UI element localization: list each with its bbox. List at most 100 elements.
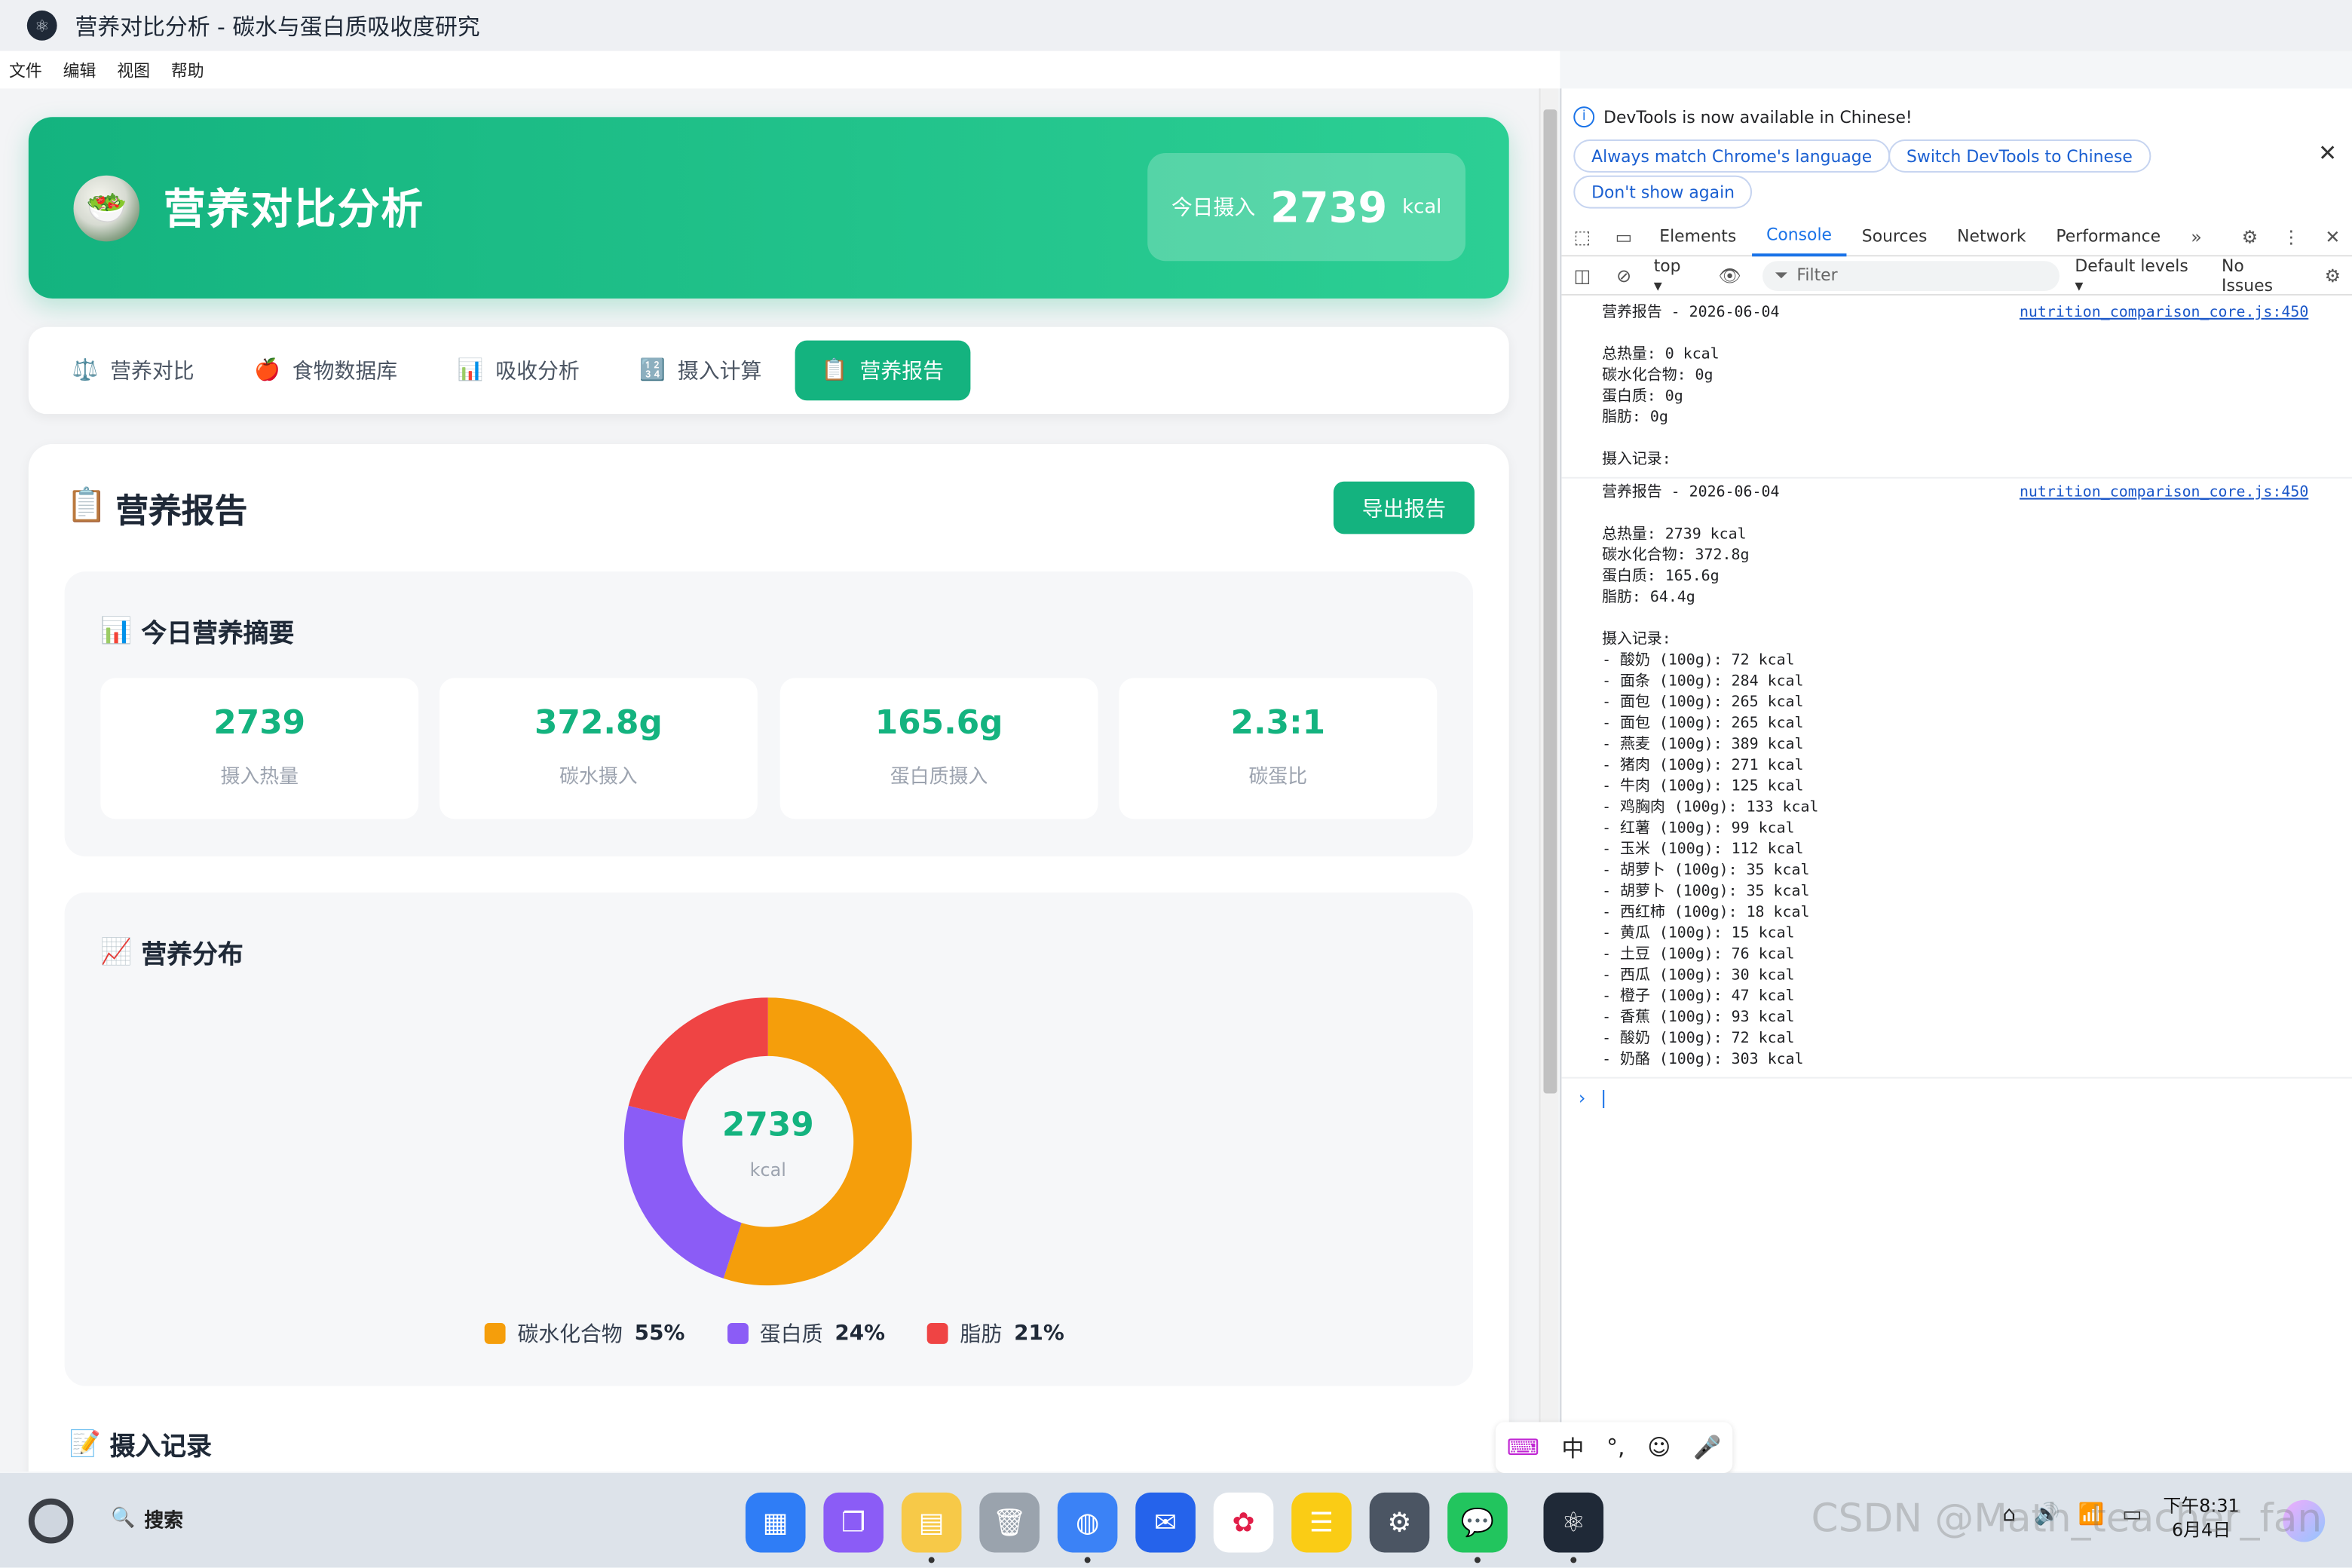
multitask-icon[interactable]: ❐ [823,1492,884,1553]
ime-keyboard-icon[interactable]: ⌨ [1507,1434,1539,1461]
console-settings-icon[interactable]: ⚙ [2312,265,2352,286]
legend-percent: 55% [634,1321,685,1346]
trash-icon[interactable]: 🗑 [979,1492,1040,1553]
tab-network[interactable]: Network [1942,217,2041,256]
sidebar-toggle-icon[interactable]: ◫ [1561,265,1603,286]
tab-performance[interactable]: Performance [2041,217,2176,256]
taskbar-search[interactable]: 🔍 搜索 [111,1505,183,1533]
console-log-entry: 营养报告 - 2026-06-04 总热量: 2739 kcal 碳水化合物: … [1561,479,2352,1079]
filter-icon: ⏷ [1774,265,1788,285]
stat-carbs: 372.8g 碳水摄入 [439,678,758,819]
donut-center-unit: kcal [750,1159,786,1181]
menu-help[interactable]: 帮助 [171,58,204,82]
report-panel: 📋 营养报告 导出报告 📊 今日营养摘要 2739 摄入热量 372.8g 碳水… [28,443,1509,1472]
menu-view[interactable]: 视图 [117,58,150,82]
bar-chart-icon: 📊 [457,358,484,383]
today-intake-badge: 今日摄入 2739 kcal [1147,152,1466,262]
stat-label: 碳蛋比 [1248,766,1308,789]
ime-punctuation[interactable]: °, [1606,1434,1625,1461]
today-intake-unit: kcal [1402,195,1442,219]
main-tabs: ⚖️ 营养对比 🍎 食物数据库 📊 吸收分析 🔢 摄入计算 📋 营养报告 [28,326,1509,415]
stat-value: 372.8g [534,705,663,743]
app-icon: ⚛ [26,10,57,41]
ime-microphone-icon[interactable]: 🎤 [1693,1434,1721,1461]
inspect-element-icon[interactable]: ⬚ [1561,225,1603,247]
stat-value: 165.6g [874,705,1003,743]
issues-counter[interactable]: No Issues [2222,256,2300,295]
stat-calories: 2739 摄入热量 [100,678,419,819]
clear-console-icon[interactable]: ⊘ [1603,265,1645,286]
numbers-icon: 🔢 [639,358,666,383]
salad-logo-icon: 🥗 [73,175,140,242]
distribution-title: 📈 营养分布 [100,933,243,971]
tab-intake-calc[interactable]: 🔢 摄入计算 [612,341,789,401]
context-selector[interactable]: top ▾ [1654,256,1694,295]
tab-sources[interactable]: Sources [1847,217,1942,256]
legend-swatch [727,1323,748,1344]
filter-placeholder: Filter [1796,265,1838,286]
photos-icon[interactable]: ✿ [1213,1492,1274,1553]
devtools-panel: i DevTools is now available in Chinese! … [1560,88,2352,1472]
browser-icon[interactable]: ◍ [1057,1492,1118,1563]
switch-chinese-button[interactable]: Switch DevTools to Chinese [1888,139,2151,173]
tab-report[interactable]: 📋 营养报告 [795,340,971,401]
distribution-title-text: 营养分布 [141,940,243,971]
electron-app-icon[interactable]: ⚛ [1543,1492,1604,1563]
tab-absorption[interactable]: 📊 吸收分析 [430,341,607,401]
start-button[interactable] [28,1498,74,1544]
tab-food-database[interactable]: 🍎 食物数据库 [227,341,424,401]
ime-chinese-mode[interactable]: 中 [1562,1432,1585,1463]
log-levels-dropdown[interactable]: Default levels ▾ [2075,256,2200,295]
tab-compare[interactable]: ⚖️ 营养对比 [45,341,222,401]
taskbar: 🔍 搜索 ▦ ❐ ▤ 🗑 ◍ ✉ ✿ ☰ ⚙ 💬 ⚛ ⌂ 🔊 📶 ▭ 下午8:3… [0,1472,2352,1568]
menu-edit[interactable]: 编辑 [63,58,96,82]
info-icon: i [1573,106,1595,128]
files-icon[interactable]: ▤ [901,1492,962,1563]
app-launcher-icon[interactable]: ▦ [745,1492,806,1553]
clipboard-icon: 📋 [821,358,848,383]
settings-gear-icon[interactable]: ⚙ [2229,225,2271,247]
device-toolbar-icon[interactable]: ▭ [1603,225,1644,247]
devtools-info-text: DevTools is now available in Chinese! [1603,107,1913,127]
match-language-button[interactable]: Always match Chrome's language [1573,139,1891,173]
window-title: 营养对比分析 - 碳水与蛋白质吸收度研究 [75,12,480,40]
menu-file[interactable]: 文件 [9,58,42,82]
today-intake-value: 2739 [1270,182,1388,232]
stat-label: 碳水摄入 [559,766,638,789]
eye-icon[interactable]: 👁 [1709,265,1750,286]
nutrition-donut-chart: 2739 kcal [623,997,912,1286]
more-tabs-icon[interactable]: » [2176,225,2217,247]
summary-card: 📊 今日营养摘要 2739 摄入热量 372.8g 碳水摄入 165.6g 蛋白… [64,571,1473,857]
settings-icon[interactable]: ⚙ [1369,1492,1430,1553]
export-report-button[interactable]: 导出报告 [1333,481,1475,534]
tab-console[interactable]: Console [1751,217,1847,256]
page-scrollbar[interactable] [1539,88,1559,1472]
ime-emoji-icon[interactable]: ☺ [1647,1434,1671,1461]
scrollbar-thumb[interactable] [1543,109,1557,1094]
tab-label: 营养对比 [110,360,194,384]
stat-ratio: 2.3:1 碳蛋比 [1119,678,1438,819]
kebab-menu-icon[interactable]: ⋮ [2271,225,2312,247]
legend-label: 脂肪 [960,1323,1003,1347]
console-prompt[interactable]: › | [1561,1079,2352,1118]
wechat-icon[interactable]: 💬 [1447,1492,1508,1563]
dock: ▦ ❐ ▤ 🗑 ◍ ✉ ✿ ☰ ⚙ 💬 ⚛ [745,1492,1604,1563]
console-filter-input[interactable]: ⏷ Filter [1762,260,2060,291]
apple-icon: 🍎 [254,358,280,383]
stat-value: 2739 [213,705,306,743]
tab-elements[interactable]: Elements [1644,217,1751,256]
console-log-entry: 营养报告 - 2026-06-04 总热量: 0 kcal 碳水化合物: 0g … [1561,299,2352,479]
legend-label: 碳水化合物 [517,1323,623,1347]
log-source-link[interactable]: nutrition_comparison_core.js:450 [2020,303,2308,324]
close-icon[interactable]: ✕ [2318,139,2337,167]
dont-show-again-button[interactable]: Don't show again [1573,175,1753,209]
legend-percent: 24% [835,1321,886,1346]
stat-label: 摄入热量 [220,766,299,789]
notes-icon[interactable]: ☰ [1291,1492,1352,1553]
mail-icon[interactable]: ✉ [1135,1492,1196,1553]
scale-icon: ⚖️ [72,358,99,383]
search-label: 搜索 [144,1510,184,1533]
close-devtools-icon[interactable]: ✕ [2312,225,2352,247]
distribution-card: 📈 营养分布 2739 kcal 碳水化合物 55% 蛋白质 24% 脂肪 21% [64,892,1473,1386]
log-source-link[interactable]: nutrition_comparison_core.js:450 [2020,483,2308,504]
